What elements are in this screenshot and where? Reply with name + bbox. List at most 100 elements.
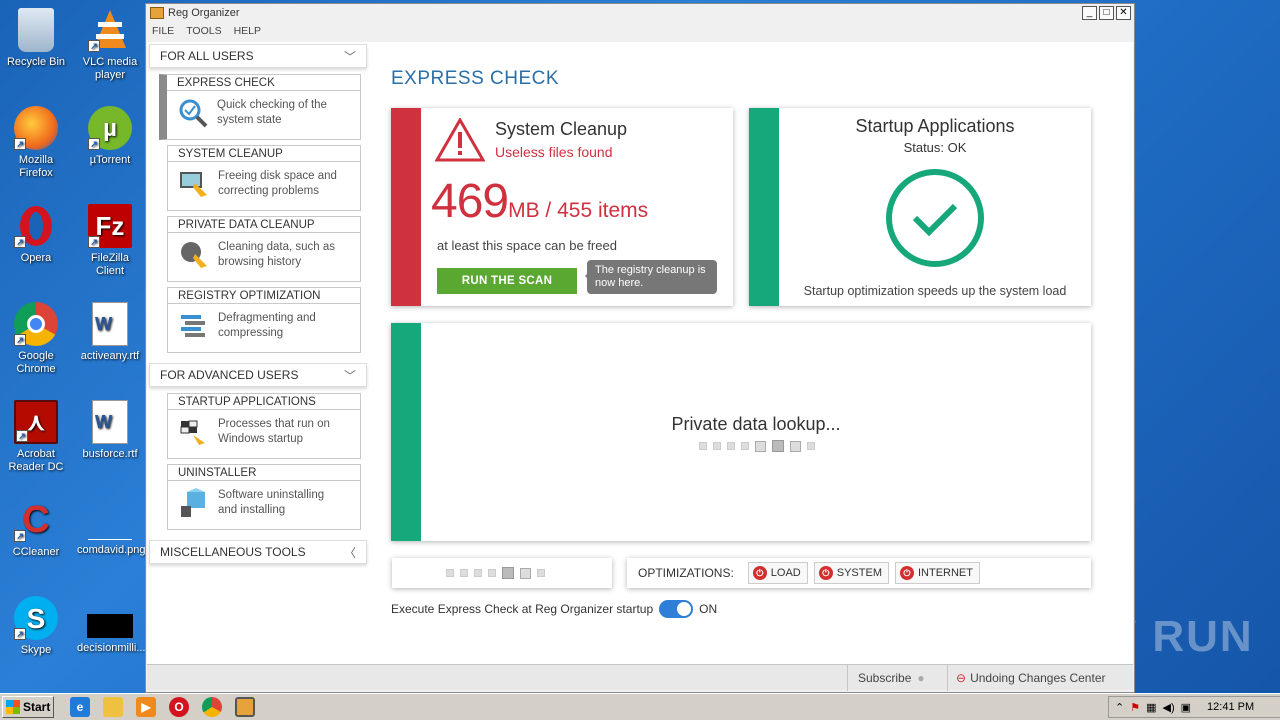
tray-expand-icon[interactable]: ⌃ [1115, 701, 1124, 714]
magnifier-check-icon [177, 97, 209, 129]
media-player-icon[interactable]: ▶ [136, 697, 156, 717]
desktop-icon-recycle-bin[interactable]: Recycle Bin [3, 8, 69, 69]
menu-tools[interactable]: TOOLS [186, 25, 221, 37]
private-data-card: Private data lookup... [391, 323, 1091, 541]
startup-applications-card: Startup Applications Status: OK Startup … [749, 108, 1091, 306]
system-button[interactable]: ⏻ SYSTEM [813, 562, 889, 584]
chrome-icon: ↗ [14, 302, 58, 346]
filezilla-icon: Fz ↗ [88, 204, 132, 248]
tray-volume-icon[interactable]: ◀) [1163, 701, 1175, 714]
green-stripe [749, 108, 779, 306]
desktop-icon-vlc[interactable]: ↗ VLC media player [77, 8, 143, 82]
maximize-button[interactable]: □ [1099, 6, 1114, 20]
registry-tooltip: The registry cleanup is now here. [585, 260, 717, 294]
ie-icon[interactable]: e [70, 697, 90, 717]
desktop-icon-utorrent[interactable]: µ ↗ µTorrent [77, 106, 143, 167]
firefox-icon: ↗ [14, 106, 58, 150]
internet-button[interactable]: ⏻ INTERNET [894, 562, 980, 584]
tray-flag-icon[interactable]: ⚑ [1130, 701, 1140, 714]
desktop-icon-decisionmilli[interactable]: decisionmilli... [77, 596, 145, 655]
load-button[interactable]: ⏻ LOAD [747, 562, 808, 584]
size-value: 469 [431, 175, 509, 228]
desktop-icon-comdavid[interactable]: comdavid.png [77, 498, 146, 557]
power-icon: ⏻ [899, 566, 914, 580]
red-stripe [391, 108, 421, 306]
undo-icon: ⊖ [956, 671, 967, 685]
black-file-icon [87, 614, 133, 638]
optimizations-bar: OPTIMIZATIONS: ⏻ LOAD ⏻ SYSTEM ⏻ INTERNET [627, 558, 1091, 588]
reg-organizer-window: Reg Organizer _ □ ✕ FILE TOOLS HELP FOR … [145, 3, 1135, 693]
cleanup-note: at least this space can be freed [437, 238, 617, 253]
section-for-all-users[interactable]: FOR ALL USERS ﹀ [149, 44, 367, 68]
toggle-state: ON [699, 602, 718, 616]
app-logo-icon [150, 7, 164, 19]
start-button[interactable]: Start [2, 696, 54, 718]
desktop-icon-firefox[interactable]: ↗ Mozilla Firefox [3, 106, 69, 180]
chevron-down-icon: ﹀ [343, 368, 356, 383]
word-doc-icon: W [92, 400, 128, 444]
green-stripe [391, 323, 421, 541]
undo-center-button[interactable]: ⊖ Undoing Changes Center [947, 665, 1113, 691]
cleanup-subtitle: Useless files found [495, 144, 613, 160]
minimize-button[interactable]: _ [1082, 6, 1097, 20]
opera-taskbar-icon[interactable]: O [169, 697, 189, 717]
ccleaner-icon: C ↗ [14, 498, 58, 542]
loading-indicator [699, 440, 815, 452]
sidebar-item-uninstaller[interactable]: UNINSTALLER Software uninstalling and ins… [167, 464, 361, 530]
desktop-icon-activeany[interactable]: W activeany.rtf [77, 302, 143, 363]
word-doc-icon: W [92, 302, 128, 346]
desktop-icon-skype[interactable]: S ↗ Skype [3, 596, 69, 657]
startup-check-label: Execute Express Check at Reg Organizer s… [391, 602, 654, 616]
sidebar-item-startup-applications[interactable]: STARTUP APPLICATIONS Processes that run … [167, 393, 361, 459]
desktop-icon-chrome[interactable]: ↗ Google Chrome [3, 302, 69, 376]
desktop-icon-busforce[interactable]: W busforce.rtf [77, 400, 143, 461]
cleanup-title: System Cleanup [495, 119, 628, 139]
desktop-icon-opera[interactable]: ↗ Opera [3, 204, 69, 265]
title-bar[interactable]: Reg Organizer _ □ ✕ [146, 4, 1134, 22]
opera-icon: ↗ [14, 204, 58, 248]
subscribe-button[interactable]: Subscribe ● [847, 665, 935, 691]
acrobat-icon: ⋏ ↗ [14, 400, 58, 444]
taskbar: Start e ▶ O ⌃ ⚑ ▦ ◀) ▣ 12:41 PM [0, 693, 1280, 720]
ok-check-icon [883, 168, 987, 271]
warning-icon [434, 116, 486, 165]
clock[interactable]: 12:41 PM [1207, 701, 1254, 713]
reg-organizer-taskbar-icon[interactable] [235, 697, 255, 717]
optimizations-label: OPTIMIZATIONS: [638, 566, 734, 580]
sidebar-item-private-data-cleanup[interactable]: PRIVATE DATA CLEANUP Cleaning data, such… [167, 216, 361, 282]
section-misc-tools[interactable]: MISCELLANEOUS TOOLS 〈 [149, 540, 367, 564]
private-data-icon [178, 239, 210, 271]
system-cleanup-card: System Cleanup Useless files found 469MB… [391, 108, 733, 306]
startup-check-toggle[interactable] [659, 600, 694, 618]
user-icon: ● [917, 671, 925, 685]
uninstaller-box-icon [178, 487, 210, 519]
sidebar-item-system-cleanup[interactable]: SYSTEM CLEANUP Freeing disk space and cor… [167, 145, 361, 211]
startup-status: Status: OK [903, 140, 967, 155]
section-for-advanced-users[interactable]: FOR ADVANCED USERS ﹀ [149, 363, 367, 387]
page-indicator [392, 558, 612, 588]
sidebar-item-express-check[interactable]: EXPRESS CHECK Quick checking of the syste… [159, 74, 361, 140]
menu-help[interactable]: HELP [234, 25, 261, 37]
startup-title: Startup Applications [855, 116, 1015, 136]
desktop-icon-acrobat[interactable]: ⋏ ↗ Acrobat Reader DC [3, 400, 69, 474]
menu-file[interactable]: FILE [152, 25, 174, 37]
tray-action-icon[interactable]: ▣ [1181, 701, 1191, 714]
power-icon: ⏻ [752, 566, 767, 580]
run-scan-button[interactable]: RUN THE SCAN [437, 268, 577, 294]
sidebar-item-registry-optimization[interactable]: REGISTRY OPTIMIZATION Defragmenting and c… [167, 287, 361, 353]
startup-flag-icon [178, 416, 210, 448]
desktop-icon-filezilla[interactable]: Fz ↗ FileZilla Client [77, 204, 143, 278]
private-data-text: Private data lookup... [671, 414, 841, 434]
cleanup-size: 469MB / 455 items [431, 174, 648, 229]
recycle-bin-icon [18, 8, 54, 52]
size-unit: MB / 455 items [508, 199, 649, 222]
sidebar: FOR ALL USERS ﹀ EXPRESS CHECK Quick chec… [149, 44, 367, 604]
desktop-icon-ccleaner[interactable]: C ↗ CCleaner [3, 498, 69, 559]
content-area: FOR ALL USERS ﹀ EXPRESS CHECK Quick chec… [147, 42, 1133, 664]
tray-network-icon[interactable]: ▦ [1146, 701, 1156, 714]
close-button[interactable]: ✕ [1116, 6, 1131, 20]
explorer-folder-icon[interactable] [103, 697, 123, 717]
vlc-icon: ↗ [88, 8, 132, 52]
system-tray: ⌃ ⚑ ▦ ◀) ▣ 12:41 PM [1108, 696, 1280, 718]
chrome-taskbar-icon[interactable] [202, 697, 222, 717]
